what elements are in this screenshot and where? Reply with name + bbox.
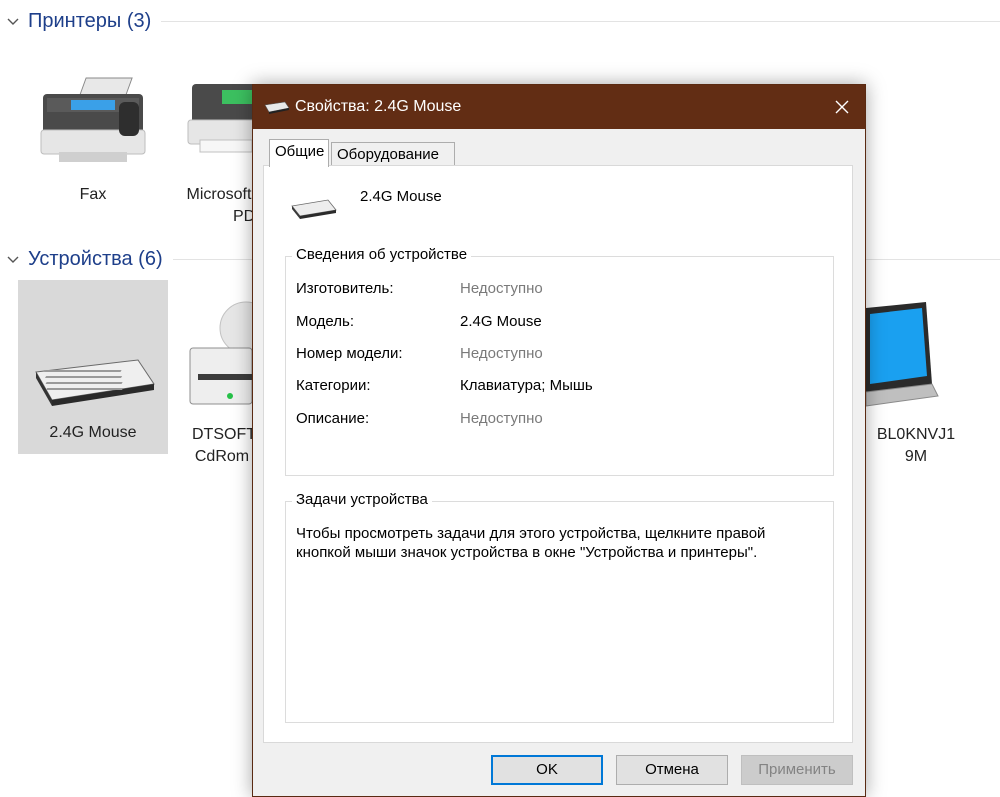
- device-info-group-title: Сведения об устройстве: [292, 246, 472, 263]
- description-label: Описание:: [296, 410, 370, 427]
- model-value: 2.4G Mouse: [460, 313, 542, 330]
- categories-label: Категории:: [296, 377, 371, 394]
- keyboard-icon: [291, 199, 337, 219]
- manufacturer-value: Недоступно: [460, 280, 543, 297]
- properties-dialog: Свойства: 2.4G Mouse Общие Оборудование …: [252, 84, 866, 797]
- close-button[interactable]: [819, 85, 865, 129]
- device-tile-print-to-pdf[interactable]: Microsoft PD: [176, 66, 262, 236]
- device-info-group: Сведения об устройстве Изготовитель: Нед…: [285, 246, 834, 476]
- dialog-title: Свойства: 2.4G Mouse: [295, 98, 462, 115]
- device-tasks-group-title: Задачи устройства: [292, 491, 432, 508]
- general-tab-panel: 2.4G Mouse Сведения об устройстве Изгото…: [263, 165, 853, 743]
- device-label-line1: DTSOFT: [192, 426, 252, 443]
- printers-group-header[interactable]: Принтеры (3): [0, 6, 1000, 36]
- group-divider: [161, 20, 1000, 22]
- ok-button[interactable]: OK: [491, 755, 603, 785]
- device-label: 2.4G Mouse: [49, 424, 137, 441]
- keyboard-icon: [264, 101, 290, 114]
- keyboard-icon: [35, 359, 155, 406]
- model-number-value: Недоступно: [460, 345, 543, 362]
- dialog-titlebar[interactable]: Свойства: 2.4G Mouse: [253, 85, 865, 129]
- device-label-line2: CdRom: [194, 448, 250, 465]
- chevron-down-icon: [7, 256, 19, 263]
- device-tile-laptop[interactable]: BL0KNVJ1 9M: [866, 280, 966, 470]
- device-tasks-text: Чтобы просмотреть задачи для этого устро…: [296, 525, 766, 561]
- devices-group-title: Устройства (6): [28, 247, 163, 270]
- device-tile-fax[interactable]: Fax: [22, 66, 164, 216]
- printers-group-title: Принтеры (3): [28, 9, 152, 32]
- apply-button[interactable]: Применить: [741, 755, 853, 785]
- printer-icon: [187, 84, 262, 153]
- device-name: 2.4G Mouse: [360, 188, 442, 205]
- device-tile-cdrom[interactable]: DTSOFT CdRom: [184, 280, 252, 470]
- chevron-down-icon: [7, 18, 19, 25]
- laptop-icon: [866, 302, 939, 407]
- manufacturer-label: Изготовитель:: [296, 280, 394, 297]
- tab-hardware[interactable]: Оборудование: [331, 142, 455, 167]
- categories-value: Клавиатура; Мышь: [460, 377, 593, 394]
- model-number-label: Номер модели:: [296, 345, 403, 362]
- close-icon: [835, 100, 849, 114]
- model-label: Модель:: [296, 313, 355, 330]
- device-label-line1: Microsoft: [186, 186, 252, 203]
- description-value: Недоступно: [460, 410, 543, 427]
- tab-general[interactable]: Общие: [269, 139, 329, 167]
- device-label-line2: 9M: [904, 448, 928, 465]
- device-label-line2: PD: [233, 208, 253, 225]
- cdrom-drive-icon: [189, 301, 252, 405]
- device-label: Fax: [79, 186, 107, 203]
- device-label-line1: BL0KNVJ1: [876, 426, 956, 443]
- device-tasks-group: Задачи устройства Чтобы просмотреть зада…: [285, 491, 834, 723]
- fax-icon: [40, 77, 146, 162]
- device-tile-mouse[interactable]: 2.4G Mouse: [18, 280, 168, 454]
- cancel-button[interactable]: Отмена: [616, 755, 728, 785]
